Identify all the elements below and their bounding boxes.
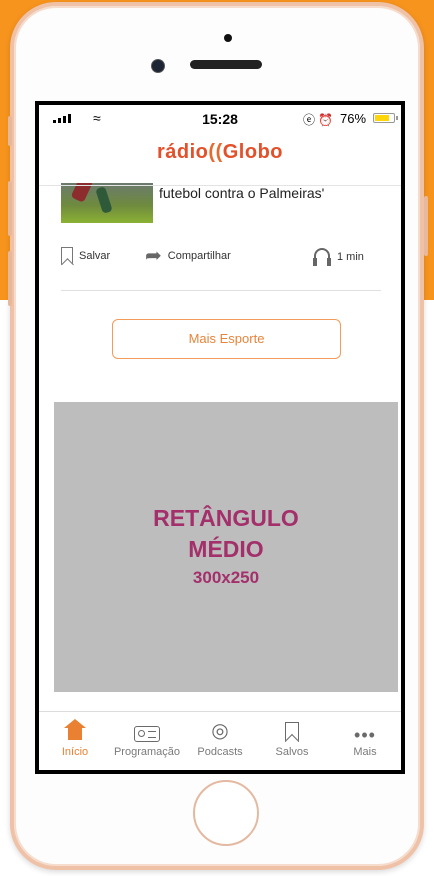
tab-inicio[interactable]: Início	[39, 712, 111, 770]
tab-salvos[interactable]: Salvos	[256, 712, 328, 770]
tab-programacao[interactable]: Programação	[111, 712, 183, 770]
headphones-icon	[313, 247, 331, 267]
article-thumbnail[interactable]	[61, 183, 153, 223]
battery-percent: 76%	[340, 111, 367, 126]
more-dots-icon: •••	[354, 725, 376, 745]
ad-banner[interactable]: RETÂNGULO MÉDIO 300x250	[54, 402, 398, 692]
share-button[interactable]: ➦ Compartilhar	[145, 245, 231, 267]
phone-volume-up	[8, 181, 12, 236]
divider	[61, 290, 381, 291]
logo-text-right: Globo	[222, 141, 283, 163]
share-label: Compartilhar	[167, 250, 231, 262]
logo-wave: ((	[208, 141, 223, 163]
home-button[interactable]	[193, 780, 259, 846]
duration-label: 1 min	[337, 251, 364, 263]
home-icon	[64, 719, 86, 742]
tab-podcasts[interactable]: ◎ Podcasts	[184, 712, 256, 770]
ad-size: 300x250	[192, 568, 260, 587]
status-bar: ≈ 15:28 ⓔ ⏰ 76%	[39, 105, 401, 129]
article-headline[interactable]: futebol contra o Palmeiras'	[159, 185, 324, 201]
logo-text-left: rádio	[157, 141, 209, 163]
ad-line-2: MÉDIO	[188, 536, 264, 562]
listen-button[interactable]: 1 min	[313, 247, 364, 267]
save-button[interactable]: Salvar	[61, 247, 110, 265]
app-screen: ≈ 15:28 ⓔ ⏰ 76% rádio((Globo futebol con…	[35, 101, 405, 774]
tab-label: Mais	[353, 746, 377, 758]
bookmark-icon	[61, 247, 73, 265]
front-camera	[151, 59, 165, 73]
header-divider	[39, 185, 401, 186]
more-sports-button[interactable]: Mais Esporte	[112, 319, 341, 359]
phone-power-button	[424, 196, 428, 256]
article-actions: Salvar ➦ Compartilhar 1 min	[61, 245, 381, 273]
tab-label: Início	[61, 746, 89, 758]
bookmark-icon	[285, 722, 299, 742]
earpiece-speaker	[190, 60, 262, 69]
tab-mais[interactable]: ••• Mais	[329, 712, 401, 770]
proximity-sensor	[224, 34, 232, 42]
tab-bar: Início Programação ◎ Podcasts Salvos •••…	[39, 711, 401, 770]
status-icons: ⓔ ⏰	[303, 113, 334, 127]
ad-line-1: RETÂNGULO	[153, 505, 299, 531]
share-icon: ➦	[145, 245, 162, 267]
save-label: Salvar	[79, 250, 111, 262]
tab-label: Podcasts	[197, 746, 243, 758]
radio-icon	[134, 726, 160, 742]
podcast-icon: ◎	[211, 720, 229, 742]
phone-mute-switch	[8, 116, 12, 146]
radio-globo-logo: rádio((Globo	[39, 141, 401, 164]
phone-volume-down	[8, 251, 12, 306]
tab-label: Programação	[113, 746, 181, 758]
battery-icon	[373, 113, 398, 123]
